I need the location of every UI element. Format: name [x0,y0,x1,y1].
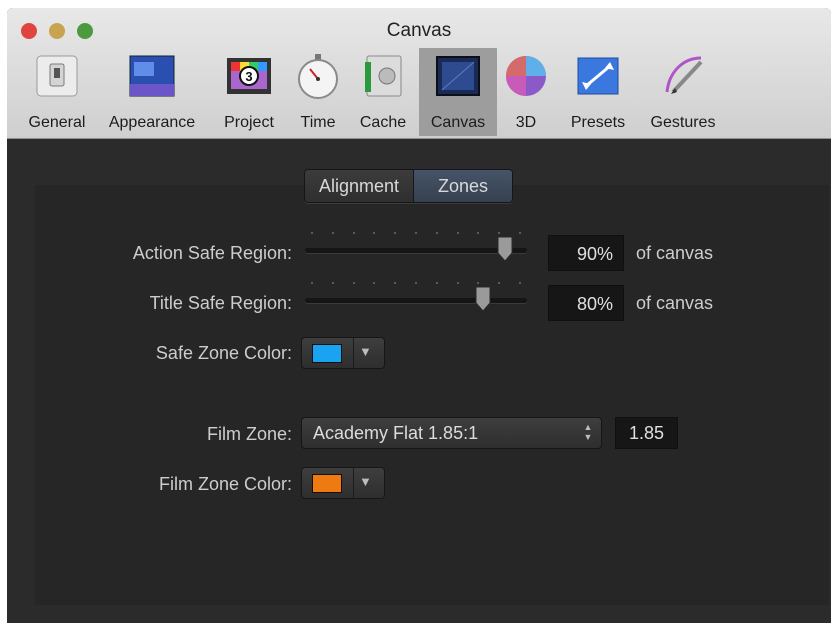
slider-thumb[interactable] [495,237,515,261]
tab-alignment[interactable]: Alignment [305,170,413,202]
preferences-toolbar: General Appearance 3 Project Time Cache … [7,48,831,138]
film-zone-color-label: Film Zone Color: [158,474,292,494]
film-zone-ratio-field[interactable]: 1.85 [615,417,678,449]
up-down-arrows-icon: ▲ ▼ [583,422,593,442]
safe-zone-color-well[interactable]: ▼ [301,337,385,369]
light-switch-icon [36,55,78,97]
presets-icon [577,57,619,95]
film-zone-label: Film Zone: [206,424,292,444]
toolbar-item-3d[interactable]: 3D [500,48,552,136]
toolbar-item-project[interactable]: 3 Project [213,48,285,136]
title-safe-value-field[interactable]: 80% [548,285,624,321]
window-title: Canvas [386,20,452,41]
slider-track [305,298,527,303]
tab-zones[interactable]: Zones [413,170,512,202]
tab-segmented-control: Alignment Zones [304,169,513,203]
sphere-icon [506,56,546,96]
toolbar-item-presets[interactable]: Presets [561,48,635,136]
stopwatch-icon [298,54,338,99]
action-safe-unit: of canvas [636,243,714,263]
action-safe-label: Action Safe Region: [132,243,292,263]
toolbar-label: Time [300,114,336,131]
toolbar-label: Presets [570,114,626,131]
toolbar-label: Project [224,114,274,131]
preferences-window: Canvas General Appearance 3 Project Time… [7,8,831,623]
toolbar-label: 3D [515,114,537,131]
color-swatch [312,344,342,363]
window-layout-icon [129,55,175,97]
toolbar-item-appearance[interactable]: Appearance [100,48,204,136]
action-safe-value-field[interactable]: 90% [548,235,624,271]
title-safe-label: Title Safe Region: [149,293,292,313]
film-zone-popup[interactable]: Academy Flat 1.85:1 ▲ ▼ [301,417,602,449]
canvas-icon [436,56,480,96]
slider-ticks [311,282,521,285]
svg-text:3: 3 [245,69,252,84]
title-safe-unit: of canvas [636,293,714,313]
toolbar-item-gestures[interactable]: Gestures [641,48,725,136]
slider-ticks [311,232,521,235]
toolbar-label: General [28,114,86,131]
safe-zone-color-label: Safe Zone Color: [155,343,292,363]
chevron-down-icon: ▼ [359,474,372,489]
slider-thumb[interactable] [473,287,493,311]
film-leader-icon: 3 [227,58,271,94]
film-zone-color-well[interactable]: ▼ [301,467,385,499]
toolbar-label: Appearance [108,114,196,131]
toolbar-item-general[interactable]: General [17,48,97,136]
stylus-icon [665,56,703,94]
memory-card-icon [365,55,402,97]
film-zone-selected: Academy Flat 1.85:1 [313,423,479,443]
action-safe-slider[interactable] [305,228,527,268]
toolbar-label: Canvas [430,114,486,131]
slider-track [305,248,527,253]
toolbar-item-cache[interactable]: Cache [352,48,414,136]
toolbar-item-canvas[interactable]: Canvas [419,48,497,136]
toolbar-label: Gestures [650,114,716,131]
title-bar: Canvas General Appearance 3 Project Time… [7,8,831,139]
color-swatch [312,474,342,493]
toolbar-label: Cache [359,114,407,131]
title-safe-slider[interactable] [305,278,527,318]
toolbar-item-time[interactable]: Time [292,48,344,136]
chevron-down-icon: ▼ [359,344,372,359]
